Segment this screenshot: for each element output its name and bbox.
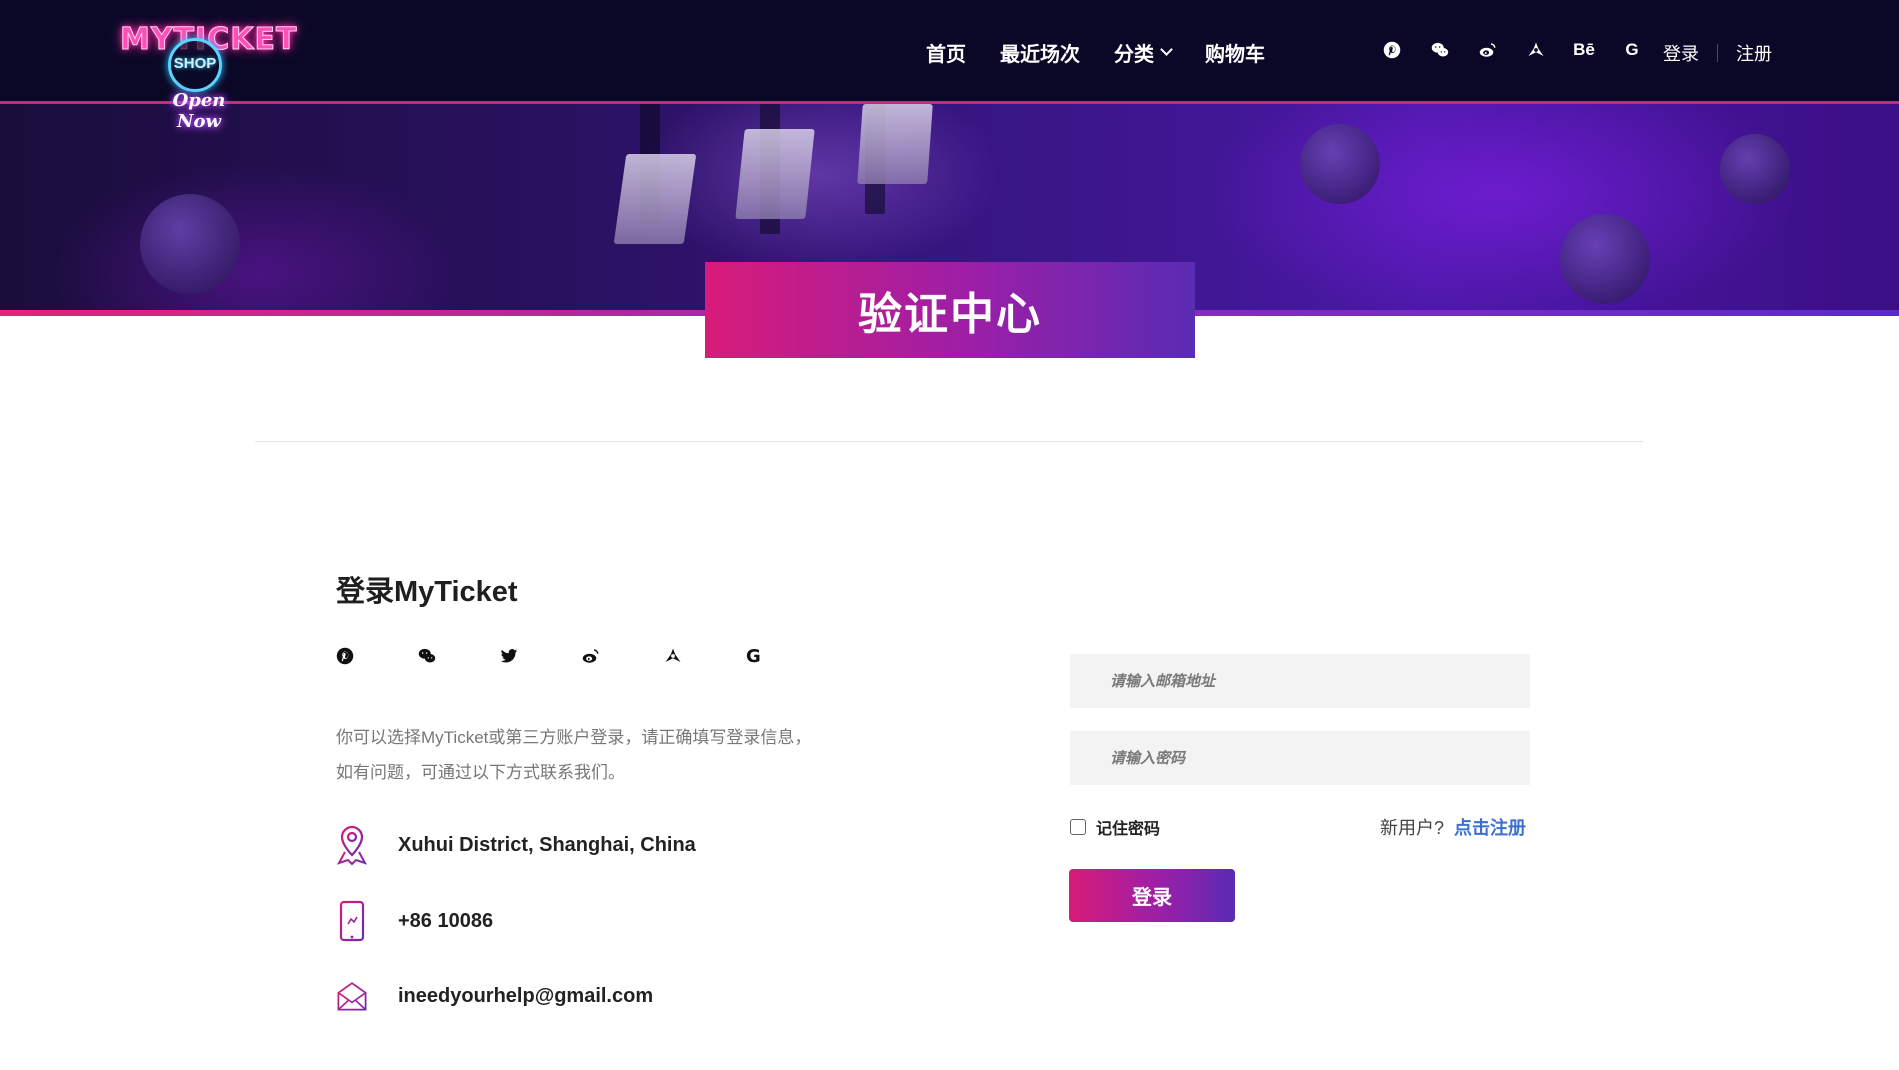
page-title-box: 验证中心 bbox=[705, 262, 1195, 358]
mixer-knob bbox=[1560, 214, 1650, 304]
new-user-label: 新用户? bbox=[1380, 818, 1445, 838]
location-pin-icon bbox=[336, 824, 368, 866]
mixer-fader bbox=[857, 104, 933, 184]
contact-phone: +86 10086 bbox=[336, 900, 493, 942]
login-description: 你可以选择MyTicket或第三方账户登录，请正确填写登录信息， 如有问题，可通… bbox=[336, 728, 812, 782]
email-text: ineedyourhelp@gmail.com bbox=[398, 984, 654, 1007]
mail-icon bbox=[336, 975, 368, 1017]
contact-email: ineedyourhelp@gmail.com bbox=[336, 975, 653, 1017]
email-input[interactable] bbox=[1070, 654, 1530, 708]
google-icon[interactable]: G bbox=[746, 646, 828, 667]
mixer-knob bbox=[140, 194, 240, 294]
header-login-link[interactable]: 登录 bbox=[1663, 40, 1699, 66]
header-register-link[interactable]: 注册 bbox=[1736, 40, 1772, 66]
register-link[interactable]: 点击注册 bbox=[1454, 814, 1526, 840]
password-input[interactable] bbox=[1070, 731, 1530, 785]
aperture-icon[interactable] bbox=[1526, 40, 1546, 60]
twitter-icon[interactable] bbox=[500, 646, 582, 666]
weibo-icon[interactable] bbox=[582, 646, 664, 666]
phone-icon bbox=[336, 900, 368, 942]
pinterest-icon[interactable] bbox=[336, 646, 418, 666]
login-heading: 登录MyTicket bbox=[336, 576, 518, 608]
mixer-fader bbox=[613, 154, 697, 244]
remember-checkbox[interactable] bbox=[1070, 819, 1086, 835]
nav-item-cart[interactable]: 购物车 bbox=[1205, 38, 1265, 67]
behance-icon[interactable]: Bē bbox=[1573, 40, 1595, 60]
google-icon[interactable]: G bbox=[1622, 40, 1642, 60]
main-nav: 首页 最近场次 分类 购物车 bbox=[926, 38, 1265, 67]
nav-item-category[interactable]: 分类 bbox=[1114, 38, 1173, 67]
new-user-prompt: 新用户? 点击注册 bbox=[1380, 814, 1526, 840]
mixer-knob bbox=[1300, 124, 1380, 204]
pinterest-icon[interactable] bbox=[1382, 40, 1402, 60]
wechat-icon[interactable] bbox=[1430, 40, 1450, 60]
page-title: 验证中心 bbox=[858, 290, 1042, 339]
mixer-fader bbox=[735, 129, 815, 219]
remember-me[interactable]: 记住密码 bbox=[1070, 815, 1160, 839]
auth-links: 登录 注册 bbox=[1663, 40, 1772, 66]
nav-item-recent[interactable]: 最近场次 bbox=[1000, 38, 1080, 67]
weibo-icon[interactable] bbox=[1478, 40, 1498, 60]
auth-divider bbox=[1717, 44, 1718, 62]
section-divider bbox=[255, 441, 1643, 442]
site-logo[interactable]: MYTICKET SHOP Open Now bbox=[116, 10, 297, 133]
wechat-icon[interactable] bbox=[418, 646, 500, 666]
chevron-down-icon bbox=[1160, 43, 1173, 56]
logo-tagline: Open Now bbox=[172, 90, 226, 132]
address-text: Xuhui District, Shanghai, China bbox=[398, 833, 696, 856]
login-button[interactable]: 登录 bbox=[1069, 869, 1235, 922]
social-login-row: G bbox=[336, 646, 828, 667]
aperture-icon[interactable] bbox=[664, 646, 746, 666]
site-header: MYTICKET SHOP Open Now 首页 最近场次 分类 购物车 Bē… bbox=[0, 0, 1899, 132]
phone-text: +86 10086 bbox=[398, 909, 494, 932]
mixer-knob bbox=[1720, 134, 1790, 204]
header-social-links: Bē G bbox=[1382, 40, 1642, 60]
logo-badge: SHOP bbox=[173, 55, 217, 72]
nav-item-home[interactable]: 首页 bbox=[926, 38, 966, 67]
remember-label: 记住密码 bbox=[1096, 821, 1161, 838]
contact-address: Xuhui District, Shanghai, China bbox=[336, 824, 696, 866]
